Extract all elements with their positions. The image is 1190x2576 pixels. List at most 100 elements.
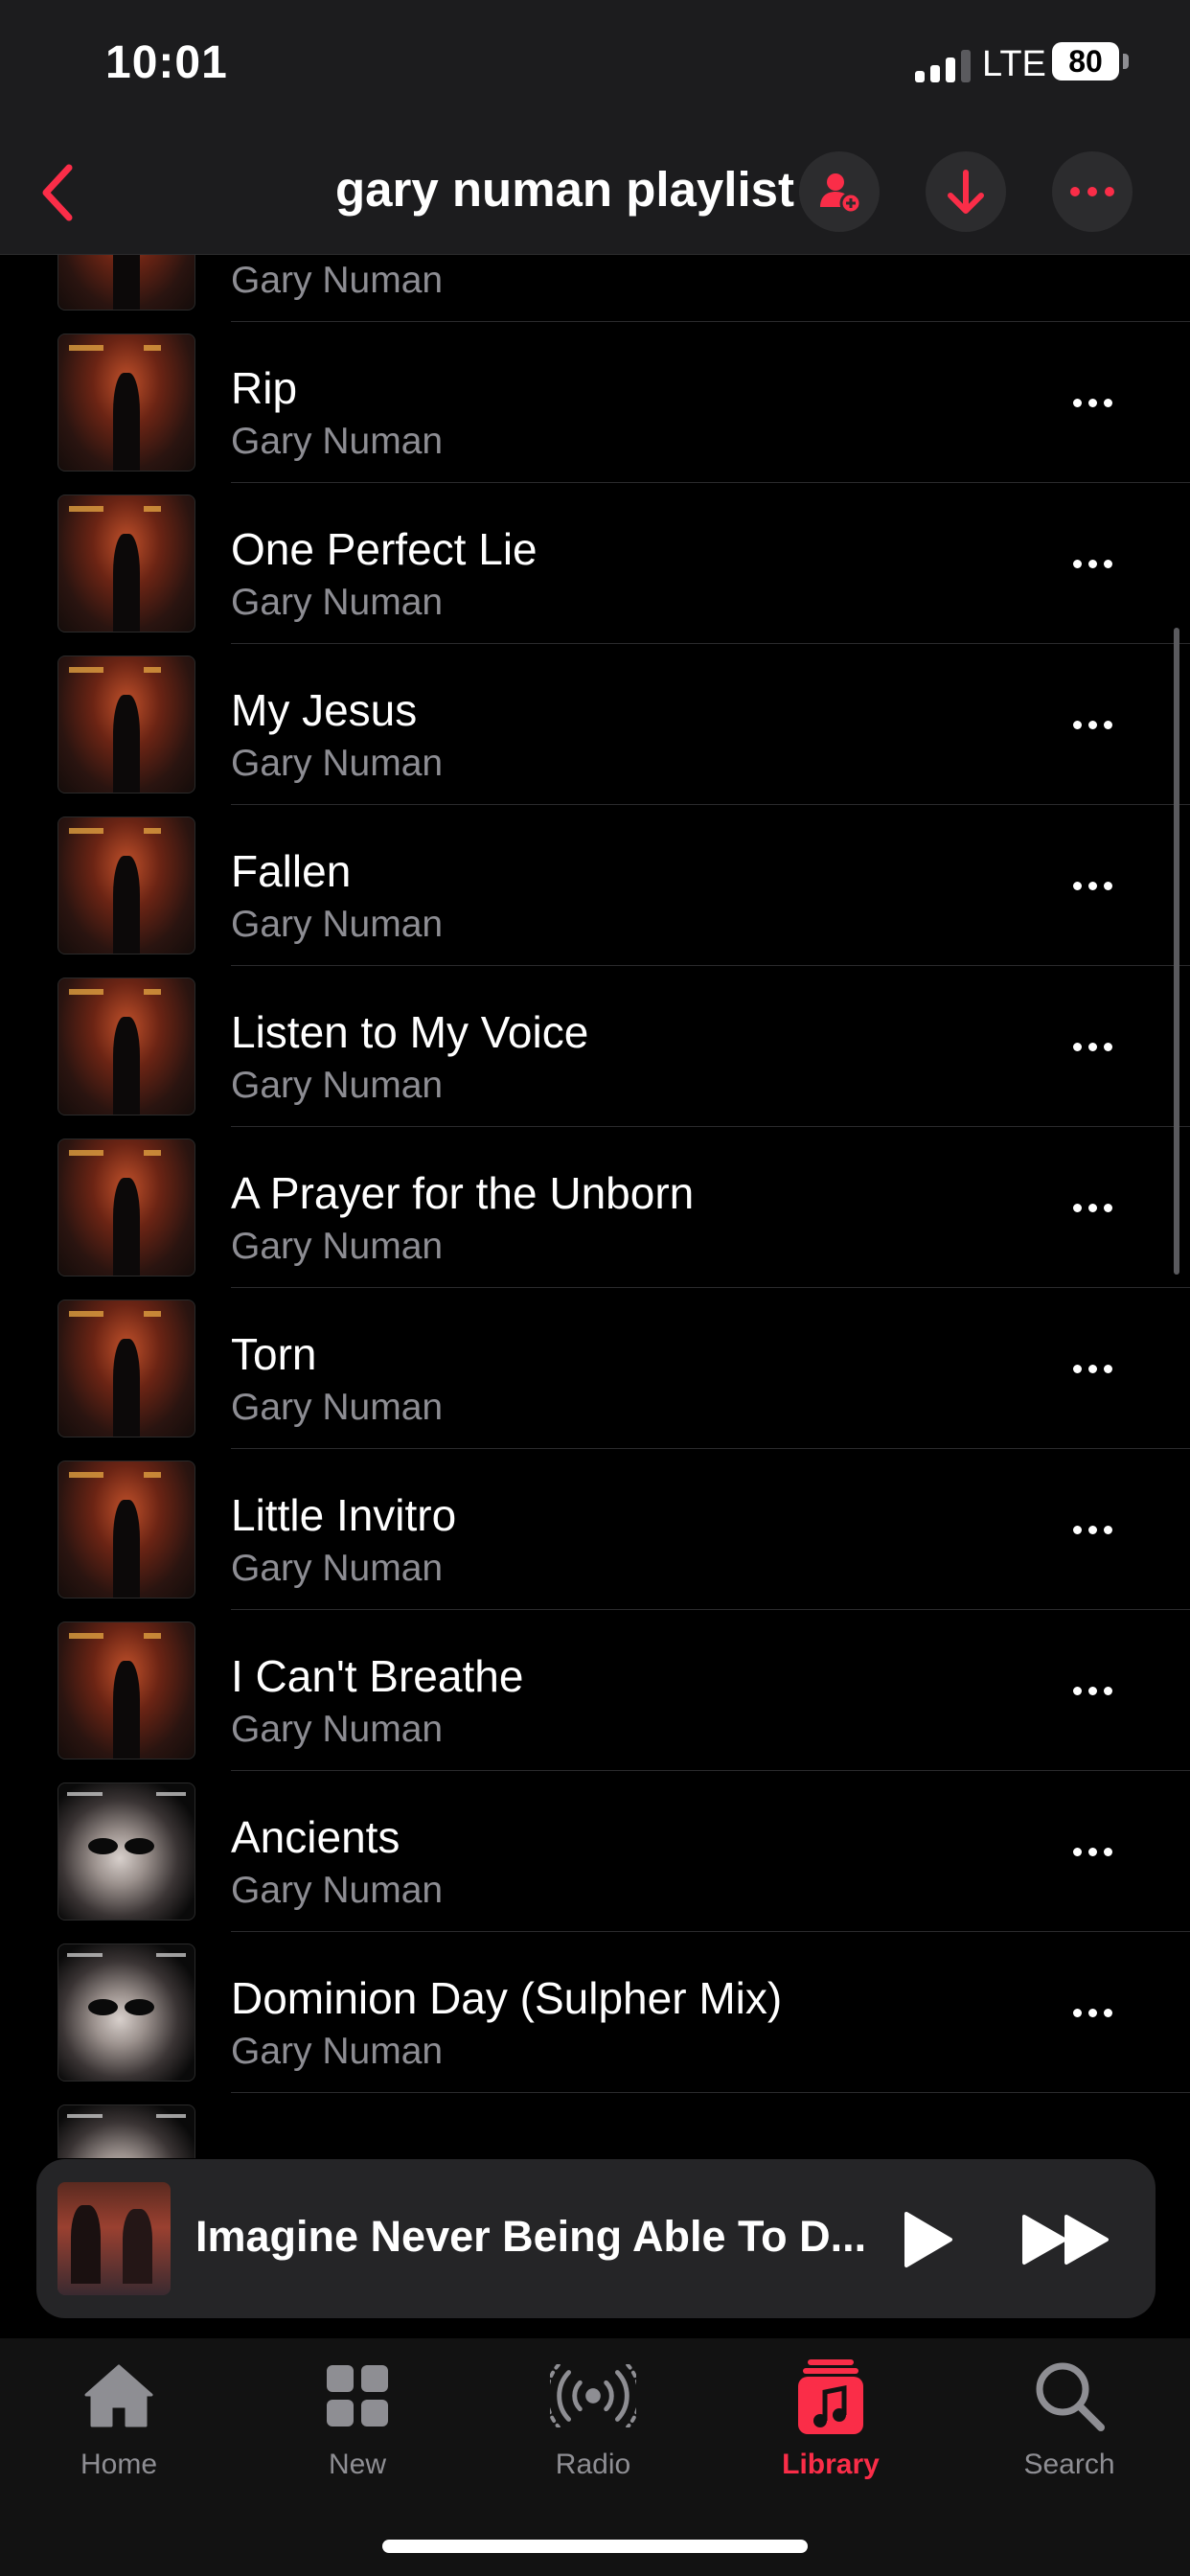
clock: 10:01 — [105, 37, 228, 88]
search-icon — [1036, 2362, 1105, 2431]
album-artwork — [57, 1944, 195, 2082]
more-ellipsis-icon — [1072, 1847, 1082, 1856]
song-more-button[interactable] — [1062, 1506, 1123, 1552]
song-title: I Can't Breathe — [231, 1651, 524, 1701]
status-bar: 10:01 LTE 80 — [0, 0, 1190, 134]
more-ellipsis-icon — [1072, 720, 1082, 729]
house-icon — [84, 2364, 153, 2427]
more-ellipsis-icon — [1072, 398, 1082, 407]
song-artist: Gary Numan — [231, 2031, 444, 2072]
album-artwork — [57, 1622, 195, 1760]
song-more-button[interactable] — [1062, 1184, 1123, 1230]
home-indicator[interactable] — [382, 2540, 808, 2553]
song-more-button[interactable] — [1062, 862, 1123, 908]
tab-search-label: Search — [1023, 2449, 1115, 2480]
mini-player[interactable]: Imagine Never Being Able To D... — [36, 2159, 1156, 2318]
song-more-button[interactable] — [1062, 1990, 1123, 2036]
play-icon — [904, 2212, 952, 2267]
tab-home[interactable]: Home — [33, 2353, 205, 2496]
song-more-button[interactable] — [1062, 1828, 1123, 1874]
tab-library[interactable]: Library — [744, 2353, 917, 2496]
tab-radio[interactable]: Radio — [507, 2353, 679, 2496]
tab-new-label: New — [328, 2449, 386, 2480]
song-artist: Gary Numan — [231, 1548, 444, 1589]
song-artist: Gary Numan — [231, 743, 444, 784]
song-artist: Gary Numan — [231, 1709, 444, 1750]
battery-level: 80 — [1068, 43, 1103, 79]
song-title: A Prayer for the Unborn — [231, 1168, 695, 1218]
add-collaborator-button[interactable] — [799, 151, 880, 232]
song-title: My Jesus — [231, 685, 418, 735]
song-row[interactable]: Ancients Gary Numan — [0, 1771, 1190, 1932]
skip-forward-button[interactable] — [1014, 2201, 1119, 2278]
song-title: Listen to My Voice — [231, 1007, 589, 1057]
song-more-button[interactable] — [1062, 1024, 1123, 1070]
music-note-library-icon — [798, 2359, 863, 2434]
album-artwork — [57, 254, 195, 310]
song-title: One Perfect Lie — [231, 524, 538, 574]
nav-header: gary numan playlist — [0, 134, 1190, 255]
album-artwork — [57, 2104, 195, 2158]
album-artwork — [57, 816, 195, 954]
tab-search[interactable]: Search — [983, 2353, 1156, 2496]
song-artist: Gary Numan — [231, 1387, 444, 1428]
song-artist: Gary Numan — [231, 582, 444, 623]
song-row[interactable]: Torn Gary Numan — [0, 1288, 1190, 1449]
album-artwork — [57, 334, 195, 472]
song-more-button[interactable] — [1062, 254, 1123, 264]
tab-radio-label: Radio — [555, 2449, 631, 2480]
album-artwork — [57, 656, 195, 794]
song-artist: Gary Numan — [231, 421, 444, 462]
album-artwork — [57, 1138, 195, 1276]
tab-new[interactable]: New — [271, 2353, 444, 2496]
tab-home-label: Home — [80, 2449, 158, 2480]
song-more-button[interactable] — [1062, 1668, 1123, 1714]
song-more-button[interactable] — [1062, 540, 1123, 586]
scroll-indicator[interactable] — [1174, 628, 1179, 1275]
song-row[interactable]: Fallen Gary Numan — [0, 805, 1190, 966]
download-button[interactable] — [926, 151, 1006, 232]
song-title: Fallen — [231, 846, 352, 896]
song-title: Ancients — [231, 1812, 400, 1862]
song-row[interactable]: Listen to My Voice Gary Numan — [0, 966, 1190, 1127]
download-arrow-icon — [948, 170, 984, 214]
now-playing-artwork — [57, 2182, 171, 2295]
song-artist: Gary Numan — [231, 1065, 444, 1106]
more-ellipsis-icon — [1072, 1364, 1082, 1373]
back-button[interactable] — [29, 159, 86, 226]
song-more-button[interactable] — [1062, 1346, 1123, 1392]
more-ellipsis-icon — [1072, 1203, 1082, 1212]
song-row[interactable]: Walking With ShadowsGary Numan — [0, 254, 1190, 322]
song-list[interactable]: Walking With ShadowsGary Numan Rip Gary Nu… — [0, 254, 1190, 2158]
album-artwork — [57, 978, 195, 1116]
more-ellipsis-icon — [1072, 2008, 1082, 2017]
battery-icon: 80 — [1052, 42, 1119, 80]
more-options-button[interactable] — [1052, 151, 1133, 232]
song-row[interactable]: A Prayer for the Unborn Gary Numan — [0, 1127, 1190, 1288]
song-more-button[interactable] — [1062, 702, 1123, 748]
song-title: Torn — [231, 1329, 317, 1379]
song-row[interactable]: My Jesus Gary Numan — [0, 644, 1190, 805]
cellular-signal-icon — [915, 50, 971, 82]
grid-icon — [327, 2365, 388, 2426]
play-button[interactable] — [889, 2201, 966, 2278]
more-ellipsis-icon — [1072, 1525, 1082, 1534]
album-artwork — [57, 1460, 195, 1598]
song-row-partial[interactable] — [0, 2093, 1190, 2158]
more-ellipsis-icon — [1072, 1686, 1082, 1695]
song-row[interactable]: Dominion Day (Sulpher Mix) Gary Numan — [0, 1932, 1190, 2093]
song-artist: Gary Numan — [231, 904, 444, 945]
song-row[interactable]: I Can't Breathe Gary Numan — [0, 1610, 1190, 1771]
song-row[interactable]: Rip Gary Numan — [0, 322, 1190, 483]
song-row[interactable]: One Perfect Lie Gary Numan — [0, 483, 1190, 644]
song-title: Little Invitro — [231, 1490, 457, 1540]
album-artwork — [57, 494, 195, 632]
song-more-button[interactable] — [1062, 380, 1123, 426]
fast-forward-icon — [1022, 2215, 1109, 2265]
more-ellipsis-icon — [1072, 1042, 1082, 1051]
song-row[interactable]: Little Invitro Gary Numan — [0, 1449, 1190, 1610]
more-ellipsis-icon — [1070, 187, 1114, 196]
song-artist: Gary Numan — [231, 1226, 444, 1267]
song-artist: Gary Numan — [231, 260, 444, 301]
now-playing-title: Imagine Never Being Able To D... — [195, 2212, 867, 2261]
